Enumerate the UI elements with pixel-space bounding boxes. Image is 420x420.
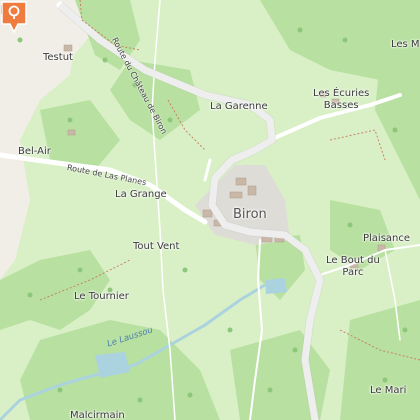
place-label-bel-air: Bel-Air [18, 146, 51, 157]
place-label-le-tournier: Le Tournier [74, 291, 129, 302]
place-label-les-ecuries-basses: Les Écuries Basses [313, 88, 369, 112]
forest-area [340, 300, 420, 420]
place-label-les-m: Les M [391, 39, 420, 50]
forest-area [0, 250, 110, 330]
place-label-le-bout-line1: Le Bout du [326, 255, 380, 266]
place-label-les-ecuries-line2: Basses [323, 100, 359, 111]
place-label-biron: Biron [233, 207, 267, 222]
place-label-la-grange: La Grange [115, 189, 167, 200]
place-label-testut: Testut [43, 52, 73, 63]
map-canvas[interactable]: Route du Château de Biron Route de Las P… [0, 0, 420, 420]
place-label-plaisance: Plaisance [363, 233, 411, 244]
place-label-le-mari: Le Mari [370, 385, 407, 396]
place-label-malcirmain: Malcirmain [70, 410, 125, 420]
place-label-la-garenne: La Garenne [210, 101, 268, 112]
place-label-tout-vent: Tout Vent [133, 241, 180, 252]
pond [265, 278, 287, 294]
forest-area [40, 100, 120, 170]
place-label-le-bout-line2: Parc [342, 267, 364, 278]
place-label-les-ecuries-line1: Les Écuries [313, 88, 370, 99]
place-label-le-bout-du-parc: Le Bout du Parc [326, 255, 380, 279]
location-pin-icon[interactable] [0, 0, 28, 34]
